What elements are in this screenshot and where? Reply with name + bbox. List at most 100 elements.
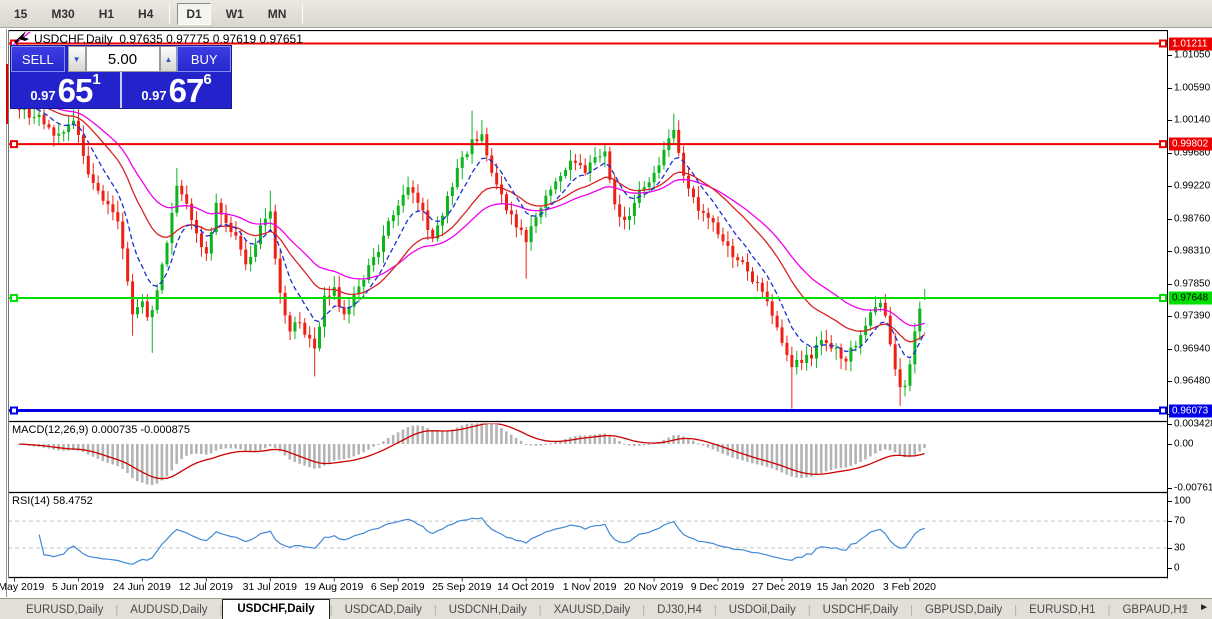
date-axis-label: 24 Jun 2019 — [113, 581, 171, 593]
rsi-axis-tick: 0 — [1174, 562, 1180, 574]
tab-scroll-right-icon[interactable]: ► — [1199, 601, 1209, 615]
buy-price-display[interactable]: 0.97 67 6 — [120, 72, 231, 108]
timeframe-button-m30[interactable]: M30 — [42, 3, 83, 25]
date-axis-label: 19 Aug 2019 — [304, 581, 364, 593]
line-handle[interactable] — [1159, 406, 1167, 415]
main-price-pane — [13, 89, 927, 409]
price-tick-dash — [1168, 348, 1172, 350]
lot-increase-button[interactable]: ▲ — [159, 46, 178, 72]
price-tick-dash — [1168, 218, 1172, 220]
timeframe-button-mn[interactable]: MN — [259, 3, 296, 25]
tab-usdchf-daily[interactable]: USDCHF,Daily — [222, 599, 330, 619]
tab-eurusd-daily[interactable]: EURUSD,Daily — [14, 601, 115, 619]
tab-usdchf-daily[interactable]: USDCHF,Daily — [811, 601, 910, 619]
price-axis-tick: 0.97850 — [1174, 278, 1211, 290]
timeframe-button-w1[interactable]: W1 — [217, 3, 253, 25]
rsi-line — [38, 517, 925, 565]
moving-averages-layer — [14, 99, 926, 359]
price-axis-tick: 1.00140 — [1174, 114, 1211, 126]
timeframe-button-15[interactable]: 15 — [5, 3, 36, 25]
chart-symbol-label: USDCHF,Daily — [34, 32, 113, 46]
price-axis-tick: 1.00590 — [1174, 82, 1211, 94]
sell-price-prefix: 0.97 — [30, 88, 56, 103]
rsi-pane — [9, 517, 1167, 565]
rsi-axis-tick: 70 — [1174, 515, 1186, 527]
price-badge: 0.96073 — [1169, 404, 1212, 417]
lot-decrease-button[interactable]: ▼ — [67, 46, 86, 72]
one-click-trading-panel: SELL ▼ ▲ BUY 0.97 65 1 0.97 67 6 — [10, 45, 232, 109]
tab-gbpusd-daily[interactable]: GBPUSD,Daily — [913, 601, 1014, 619]
date-axis-label: 14 Oct 2019 — [497, 581, 555, 593]
buy-price-pip: 6 — [203, 71, 212, 88]
line-handle[interactable] — [10, 294, 18, 302]
price-badge: 0.97648 — [1169, 291, 1212, 305]
sell-button[interactable]: SELL — [11, 46, 65, 72]
price-tick-dash — [1168, 381, 1172, 383]
drawn-vertical-line[interactable] — [6, 64, 8, 124]
sell-price-pip: 1 — [92, 71, 101, 88]
line-handle[interactable] — [1159, 140, 1167, 149]
chart-area[interactable] — [8, 30, 1168, 582]
timeframe-button-h4[interactable]: H4 — [129, 3, 162, 25]
price-axis-tick: 0.98310 — [1174, 245, 1211, 257]
sell-price-big: 65 — [57, 72, 94, 109]
tab-usdoil-daily[interactable]: USDOil,Daily — [717, 601, 808, 619]
rsi-tick-dash — [1168, 568, 1172, 569]
price-tick-dash — [1168, 185, 1172, 187]
price-tick-dash — [1168, 87, 1172, 89]
tab-scroll-left-icon[interactable]: ◄ — [1179, 601, 1189, 615]
tab-usdcnh-daily[interactable]: USDCNH,Daily — [437, 601, 539, 619]
lot-size-input[interactable] — [85, 46, 160, 72]
timeframe-button-d1[interactable]: D1 — [177, 2, 211, 25]
price-tick-dash — [1168, 316, 1172, 318]
date-axis-label: 1 Nov 2019 — [562, 581, 617, 593]
price-tick-dash — [1168, 152, 1172, 154]
date-axis-label: 27 Dec 2019 — [751, 581, 812, 593]
timeframe-toolbar: 15 M30 H1 H4 D1 W1 MN — [0, 0, 1212, 28]
pane-borders — [8, 30, 1168, 582]
date-axis-label: 25 Sep 2019 — [431, 581, 492, 593]
line-handle[interactable] — [1159, 39, 1167, 48]
date-axis-label: 15 Jan 2020 — [816, 581, 875, 593]
sell-price-display[interactable]: 0.97 65 1 — [11, 72, 120, 108]
line-handle[interactable] — [1159, 294, 1167, 302]
rsi-indicator-label: RSI(14) 58.4752 — [12, 495, 93, 507]
tab-xauusd-daily[interactable]: XAUUSD,Daily — [542, 601, 643, 619]
price-tick-dash — [1168, 120, 1172, 121]
macd-axis-tick: -0.007615 — [1174, 482, 1212, 494]
toolbar-separator — [169, 3, 171, 24]
buy-price-prefix: 0.97 — [141, 88, 167, 103]
price-axis-tick: 0.98760 — [1174, 213, 1211, 225]
date-axis-label: 9 Dec 2019 — [690, 581, 745, 593]
date-axis-label: 5 Jun 2019 — [51, 581, 104, 593]
candles-layer — [13, 89, 927, 409]
tab-dj30-h4[interactable]: DJ30,H4 — [645, 601, 714, 619]
line-handle[interactable] — [10, 406, 18, 415]
price-axis-tick: 0.99220 — [1174, 180, 1211, 192]
date-axis-label: 3 Feb 2020 — [882, 581, 937, 593]
rsi-tick-dash — [1168, 547, 1172, 549]
macd-axis-tick: 0.003428 — [1174, 418, 1212, 430]
line-handle[interactable] — [10, 140, 18, 149]
chart-ohlc-values: 0.97635 0.97775 0.97619 0.97651 — [119, 32, 303, 46]
macd-indicator-label: MACD(12,26,9) 0.000735 -0.000875 — [12, 424, 190, 436]
macd-axis-tick: 0.00 — [1174, 438, 1194, 450]
date-axis-label: 17 May 2019 — [0, 581, 45, 593]
rsi-axis-tick: 100 — [1174, 495, 1191, 507]
price-axis-tick: 0.96480 — [1174, 375, 1211, 387]
price-axis-tick: 1.01050 — [1174, 49, 1211, 61]
chart-tab-bar: EURUSD,Daily | AUDUSD,Daily | USDCHF,Daily | U… — [0, 598, 1212, 619]
price-axis-tick: 0.97390 — [1174, 310, 1211, 322]
buy-price-big: 67 — [168, 72, 205, 109]
buy-button[interactable]: BUY — [177, 46, 232, 72]
rsi-tick-dash — [1168, 501, 1172, 502]
tab-eurusd-h1[interactable]: EURUSD,H1 — [1017, 601, 1107, 619]
timeframe-button-h1[interactable]: H1 — [90, 3, 123, 25]
price-tick-dash — [1168, 283, 1172, 285]
price-axis-tick: 0.96940 — [1174, 343, 1211, 355]
tab-audusd-daily[interactable]: AUDUSD,Daily — [118, 601, 219, 619]
price-tick-dash — [1168, 55, 1172, 56]
date-axis-label: 6 Sep 2019 — [370, 581, 425, 593]
date-axis-label: 31 Jul 2019 — [242, 581, 297, 593]
tab-usdcad-daily[interactable]: USDCAD,Daily — [333, 601, 434, 619]
